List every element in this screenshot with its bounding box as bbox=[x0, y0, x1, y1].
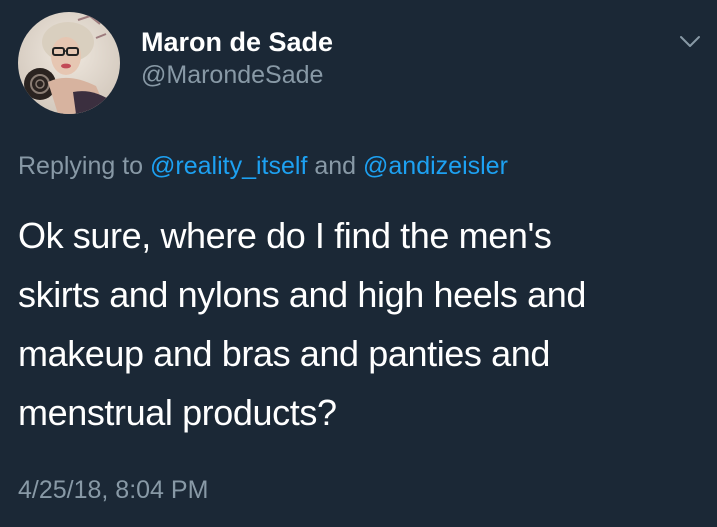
profile-photo-icon bbox=[18, 12, 120, 114]
tweet-text: Ok sure, where do I find the men's skirt… bbox=[18, 206, 698, 442]
mention-link[interactable]: @andizeisler bbox=[363, 152, 508, 180]
tweet-text-line: menstrual products? bbox=[18, 392, 337, 433]
timestamp[interactable]: 4/25/18, 8:04 PM bbox=[18, 474, 208, 506]
display-name[interactable]: Maron de Sade bbox=[141, 26, 333, 58]
replying-to: Replying to @reality_itself and @andizei… bbox=[18, 150, 508, 182]
replying-to-label: Replying to bbox=[18, 152, 151, 180]
replying-to-conjunction: and bbox=[307, 152, 364, 180]
author-block[interactable]: Maron de Sade @MarondeSade bbox=[141, 26, 333, 91]
tweet-text-line: makeup and bras and panties and bbox=[18, 333, 550, 374]
tweet-menu-button[interactable] bbox=[678, 30, 702, 54]
tweet-text-line: Ok sure, where do I find the men's bbox=[18, 215, 552, 256]
user-handle[interactable]: @MarondeSade bbox=[141, 59, 333, 91]
tweet-text-line: skirts and nylons and high heels and bbox=[18, 274, 586, 315]
mention-link[interactable]: @reality_itself bbox=[150, 152, 307, 180]
avatar[interactable] bbox=[18, 12, 120, 114]
tweet-card: Maron de Sade @MarondeSade Replying to @… bbox=[0, 0, 717, 527]
chevron-down-icon bbox=[680, 36, 700, 47]
